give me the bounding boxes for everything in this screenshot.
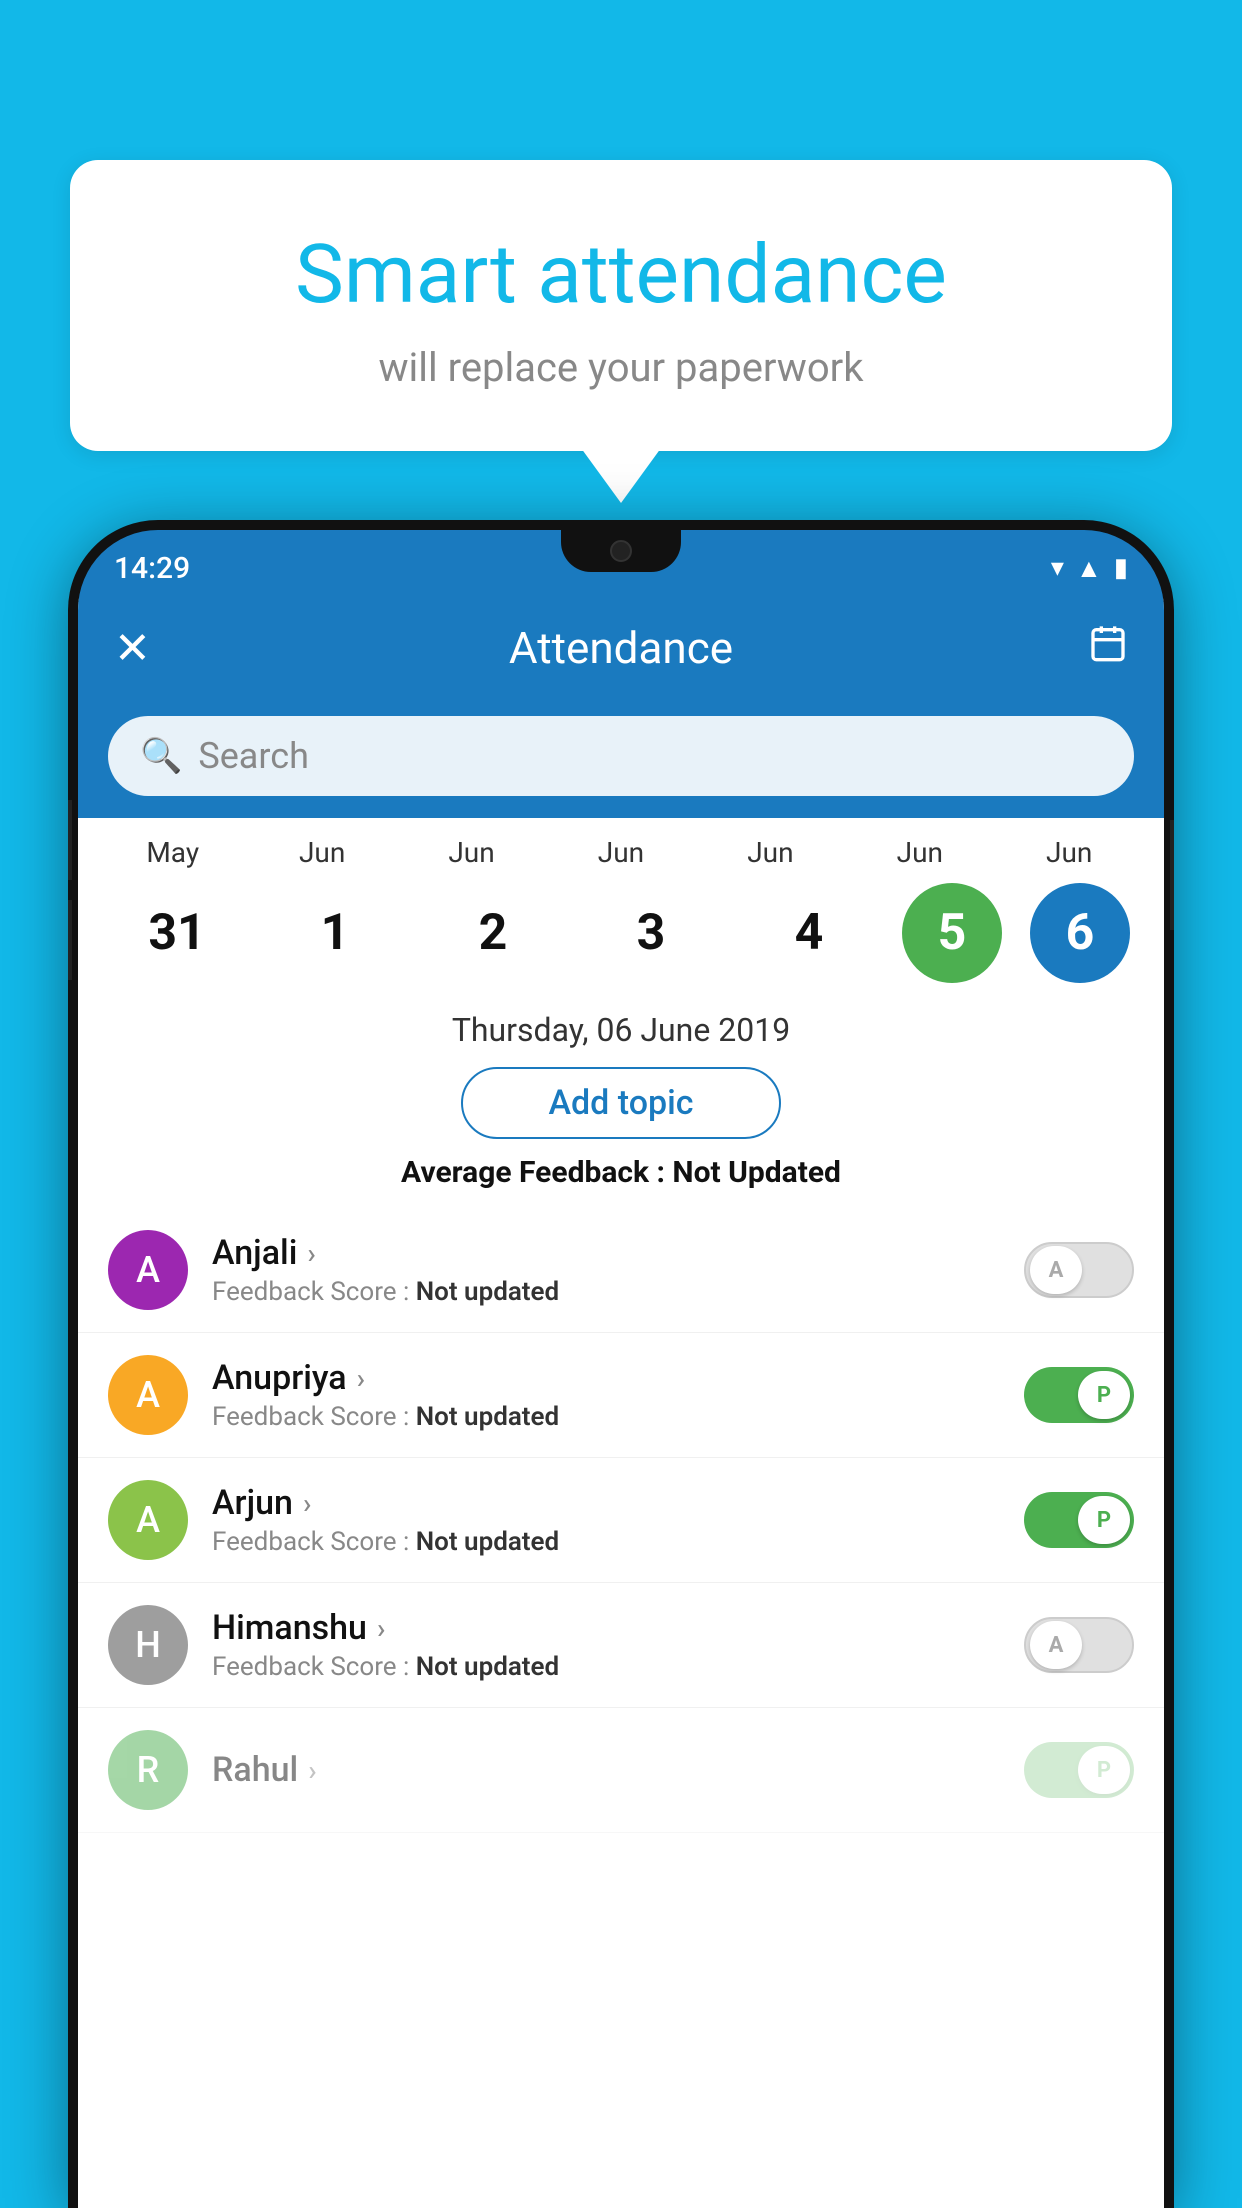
add-topic-button[interactable]: Add topic xyxy=(461,1067,781,1139)
date-3[interactable]: 3 xyxy=(586,883,716,983)
chevron-arjun: › xyxy=(303,1487,311,1520)
student-list: A Anjali › Feedback Score : Not updated … xyxy=(78,1208,1164,1833)
month-0: May xyxy=(108,836,238,869)
search-placeholder: Search xyxy=(198,735,309,777)
app-title: Attendance xyxy=(509,622,733,674)
chevron-himanshu: › xyxy=(377,1612,385,1645)
feedback-score-arjun: Feedback Score : Not updated xyxy=(212,1527,1000,1557)
phone-inner: 14:29 ▾ ▲ ▮ ✕ Attendance xyxy=(78,530,1164,2208)
student-info-anjali: Anjali › Feedback Score : Not updated xyxy=(212,1233,1000,1307)
average-feedback: Average Feedback : Not Updated xyxy=(78,1155,1164,1190)
chevron-anjali: › xyxy=(307,1237,315,1270)
status-icons: ▾ ▲ ▮ xyxy=(1051,545,1128,584)
student-info-partial: Rahul › xyxy=(212,1750,1000,1790)
student-name-himanshu: Himanshu › xyxy=(212,1608,1000,1648)
feedback-score-anupriya: Feedback Score : Not updated xyxy=(212,1402,1000,1432)
toggle-anjali[interactable]: A xyxy=(1024,1242,1134,1298)
feedback-score-himanshu: Feedback Score : Not updated xyxy=(212,1652,1000,1682)
calendar-strip: May Jun Jun Jun Jun Jun Jun 31 1 2 3 4 5… xyxy=(78,818,1164,1001)
speech-title: Smart attendance xyxy=(130,230,1112,320)
battery-icon: ▮ xyxy=(1114,553,1128,583)
average-feedback-label: Average Feedback : xyxy=(401,1155,672,1190)
power-button xyxy=(1170,820,1174,930)
app-content: ✕ Attendance 🔍 Search xyxy=(78,598,1164,2208)
month-row: May Jun Jun Jun Jun Jun Jun xyxy=(98,836,1144,877)
top-bar: ✕ Attendance xyxy=(78,598,1164,698)
notch xyxy=(561,530,681,572)
add-topic-label: Add topic xyxy=(548,1083,693,1123)
speech-bubble-container: Smart attendance will replace your paper… xyxy=(70,160,1172,451)
phone-frame: 14:29 ▾ ▲ ▮ ✕ Attendance xyxy=(68,520,1174,2208)
toggle-knob-arjun: P xyxy=(1078,1496,1130,1544)
avatar-anupriya: A xyxy=(108,1355,188,1435)
average-feedback-value: Not Updated xyxy=(672,1155,841,1190)
avatar-anjali: A xyxy=(108,1230,188,1310)
month-6: Jun xyxy=(1004,836,1134,869)
student-info-anupriya: Anupriya › Feedback Score : Not updated xyxy=(212,1358,1000,1432)
student-name-partial: Rahul › xyxy=(212,1750,1000,1790)
search-bar[interactable]: 🔍 Search xyxy=(108,716,1134,796)
avatar-arjun: A xyxy=(108,1480,188,1560)
student-item-anupriya[interactable]: A Anupriya › Feedback Score : Not update… xyxy=(78,1333,1164,1458)
toggle-anupriya[interactable]: P xyxy=(1024,1367,1134,1423)
signal-icon: ▲ xyxy=(1076,553,1102,584)
student-name-arjun: Arjun › xyxy=(212,1483,1000,1523)
avatar-partial: R xyxy=(108,1730,188,1810)
month-3: Jun xyxy=(556,836,686,869)
toggle-himanshu[interactable]: A xyxy=(1024,1617,1134,1673)
close-button[interactable]: ✕ xyxy=(114,622,151,674)
toggle-knob-anjali: A xyxy=(1030,1246,1082,1294)
date-2[interactable]: 2 xyxy=(428,883,558,983)
student-name-anjali: Anjali › xyxy=(212,1233,1000,1273)
avatar-himanshu: H xyxy=(108,1605,188,1685)
status-time: 14:29 xyxy=(114,543,190,586)
student-name-anupriya: Anupriya › xyxy=(212,1358,1000,1398)
month-5: Jun xyxy=(855,836,985,869)
month-4: Jun xyxy=(705,836,835,869)
toggle-arjun[interactable]: P xyxy=(1024,1492,1134,1548)
feedback-score-anjali: Feedback Score : Not updated xyxy=(212,1277,1000,1307)
volume-button-down xyxy=(68,900,72,980)
student-info-himanshu: Himanshu › Feedback Score : Not updated xyxy=(212,1608,1000,1682)
speech-bubble: Smart attendance will replace your paper… xyxy=(70,160,1172,451)
date-31[interactable]: 31 xyxy=(112,883,242,983)
toggle-partial: P xyxy=(1024,1742,1134,1798)
date-6-selected[interactable]: 6 xyxy=(1030,883,1130,983)
date-1[interactable]: 1 xyxy=(270,883,400,983)
date-5-today[interactable]: 5 xyxy=(902,883,1002,983)
chevron-anupriya: › xyxy=(357,1362,365,1395)
month-2: Jun xyxy=(407,836,537,869)
wifi-icon: ▾ xyxy=(1051,553,1064,583)
student-item-partial: R Rahul › P xyxy=(78,1708,1164,1833)
student-item-himanshu[interactable]: H Himanshu › Feedback Score : Not update… xyxy=(78,1583,1164,1708)
volume-button-up xyxy=(68,800,72,880)
search-container: 🔍 Search xyxy=(78,698,1164,818)
toggle-knob-himanshu: A xyxy=(1030,1621,1082,1669)
toggle-knob-anupriya: P xyxy=(1078,1371,1130,1419)
date-4[interactable]: 4 xyxy=(744,883,874,983)
speech-subtitle: will replace your paperwork xyxy=(130,344,1112,391)
camera xyxy=(610,540,632,562)
student-item-anjali[interactable]: A Anjali › Feedback Score : Not updated … xyxy=(78,1208,1164,1333)
selected-date-label: Thursday, 06 June 2019 xyxy=(78,1001,1164,1057)
date-row: 31 1 2 3 4 5 6 xyxy=(98,877,1144,1001)
search-icon: 🔍 xyxy=(140,736,182,776)
student-info-arjun: Arjun › Feedback Score : Not updated xyxy=(212,1483,1000,1557)
calendar-icon-button[interactable] xyxy=(1088,623,1128,673)
month-1: Jun xyxy=(257,836,387,869)
student-item-arjun[interactable]: A Arjun › Feedback Score : Not updated P xyxy=(78,1458,1164,1583)
